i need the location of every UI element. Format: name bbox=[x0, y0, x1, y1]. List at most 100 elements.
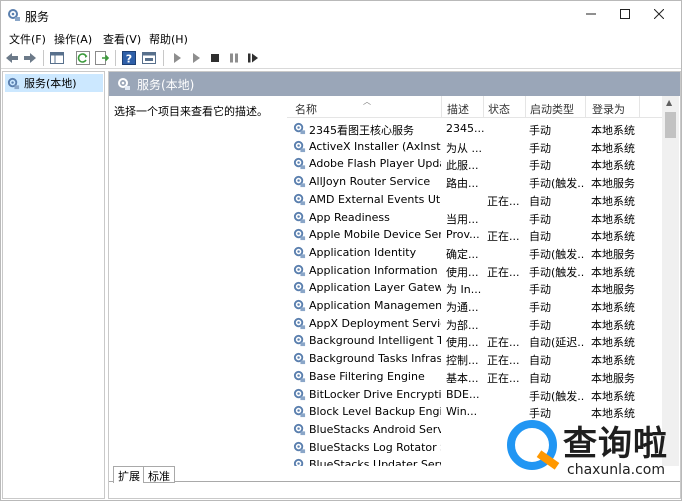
service-name-cell: Application Identity bbox=[309, 245, 417, 259]
service-row[interactable]: ActiveX Installer (AxInstSV) 为从 ... 手动 本地系统 bbox=[287, 138, 667, 156]
close-button[interactable] bbox=[642, 1, 676, 27]
tab-extended[interactable]: 扩展 bbox=[113, 466, 145, 483]
toolbar: ? bbox=[1, 47, 681, 69]
refresh-icon[interactable] bbox=[75, 50, 91, 66]
service-row[interactable]: Apple Mobile Device Ser... Prov... 正在... 自动… bbox=[287, 226, 667, 244]
service-desc-cell: 当用... bbox=[446, 212, 479, 226]
service-logon-cell: 本地服务 bbox=[591, 177, 635, 191]
service-desc-cell: 使用... bbox=[446, 265, 479, 279]
service-logon-cell: 本地系统 bbox=[591, 318, 635, 332]
restart-service-icon[interactable] bbox=[245, 50, 261, 66]
start-service-alt-icon[interactable] bbox=[188, 50, 204, 66]
service-name-cell: BitLocker Drive Encryptio... bbox=[309, 387, 441, 401]
menu-help[interactable]: 帮助(H) bbox=[149, 31, 188, 47]
column-divider[interactable] bbox=[525, 96, 526, 118]
column-header-startup-type[interactable]: 启动类型 bbox=[530, 101, 574, 117]
service-row[interactable]: AMD External Events Utility 正在... 自动 本地系统 bbox=[287, 191, 667, 209]
service-name-cell: Background Intelligent T... bbox=[309, 334, 441, 348]
service-status-cell: 正在... bbox=[487, 371, 520, 385]
service-name-cell: AMD External Events Utility bbox=[309, 192, 441, 206]
service-row[interactable]: Application Management 为通... 手动 本地系统 bbox=[287, 297, 667, 315]
service-gear-icon bbox=[293, 122, 306, 135]
toolbar-separator bbox=[43, 50, 44, 66]
properties-icon[interactable] bbox=[141, 50, 157, 66]
column-header-description[interactable]: 描述 bbox=[447, 101, 469, 117]
service-gear-icon bbox=[293, 264, 306, 276]
console-tree-icon[interactable] bbox=[49, 50, 65, 66]
column-divider[interactable] bbox=[639, 96, 640, 118]
minimize-button[interactable] bbox=[574, 1, 608, 27]
menu-file[interactable]: 文件(F) bbox=[9, 31, 46, 47]
service-desc-cell: 为通... bbox=[446, 301, 479, 314]
service-logon-cell: 本地系统 bbox=[591, 141, 635, 155]
service-row[interactable]: Application Identity 确定... 手动(触发... 本地服务 bbox=[287, 244, 667, 262]
service-gear-icon bbox=[293, 211, 306, 223]
service-desc-cell: 为从 ... bbox=[446, 141, 482, 155]
tree-item-services-local[interactable]: 服务(本地) bbox=[5, 74, 103, 92]
service-gear-icon bbox=[293, 158, 306, 170]
service-status-cell: 正在... bbox=[487, 336, 520, 350]
column-divider[interactable] bbox=[441, 96, 442, 118]
stop-service-icon[interactable] bbox=[207, 50, 223, 66]
scrollbar-thumb[interactable] bbox=[665, 112, 676, 138]
service-row[interactable]: Base Filtering Engine 基本... 正在... 自动 本地服务 bbox=[287, 368, 667, 386]
column-header-log-on-as[interactable]: 登录为 bbox=[592, 101, 625, 117]
service-status-cell: 正在... bbox=[487, 194, 520, 208]
service-gear-icon bbox=[293, 299, 306, 312]
menu-view[interactable]: 查看(V) bbox=[103, 31, 141, 47]
services-window: 服务 文件(F) 操作(A) 查看(V) 帮助(H) ? 服务(本地) 服务(本… bbox=[0, 0, 682, 501]
pane-header-title: 服务(本地) bbox=[137, 77, 195, 92]
service-desc-cell: 确定... bbox=[446, 247, 479, 261]
start-service-icon[interactable] bbox=[169, 50, 185, 66]
service-name-cell: Application Information bbox=[309, 263, 438, 277]
column-header-name[interactable]: 名称 bbox=[295, 101, 317, 117]
export-list-icon[interactable] bbox=[94, 50, 110, 66]
menu-action[interactable]: 操作(A) bbox=[54, 31, 92, 47]
service-logon-cell: 本地服务 bbox=[591, 371, 635, 385]
service-row[interactable]: App Readiness 当用... 手动 本地系统 bbox=[287, 209, 667, 227]
vertical-scrollbar[interactable]: ▲ bbox=[662, 96, 679, 466]
service-name-cell: BlueStacks Android Servi... bbox=[309, 422, 441, 436]
service-gear-icon bbox=[293, 335, 306, 347]
service-logon-cell: 本地服务 bbox=[591, 247, 635, 261]
tab-standard[interactable]: 标准 bbox=[143, 466, 175, 483]
service-row[interactable]: Application Information 使用... 正在... 手动(触发..… bbox=[287, 262, 667, 280]
maximize-button[interactable] bbox=[608, 1, 642, 27]
service-logon-cell: 本地系统 bbox=[591, 389, 635, 403]
service-row[interactable]: 2345看图王核心服务 2345... 手动 本地系统 bbox=[287, 120, 667, 138]
service-name-cell: BlueStacks Log Rotator S... bbox=[309, 440, 441, 454]
service-logon-cell: 本地服务 bbox=[591, 283, 635, 297]
service-row[interactable]: Adobe Flash Player Upda... 此服... 手动 本地系统 bbox=[287, 155, 667, 173]
service-gear-icon bbox=[293, 388, 306, 400]
service-start-cell: 手动(触发... bbox=[529, 247, 585, 261]
watermark-domain: chaxunla.com bbox=[567, 462, 665, 478]
service-name-cell: Background Tasks Infras... bbox=[309, 352, 441, 366]
service-row[interactable]: Background Tasks Infras... 控制... 正在... 自动 本地… bbox=[287, 350, 667, 368]
service-row[interactable]: AllJoyn Router Service 路由... 手动(触发... 本地服务 bbox=[287, 173, 667, 191]
scroll-up-arrow-icon[interactable]: ▲ bbox=[666, 98, 672, 107]
service-row[interactable]: BitLocker Drive Encryptio... BDE... 手动(触发.… bbox=[287, 386, 667, 404]
service-gear-icon bbox=[293, 246, 306, 258]
column-divider[interactable] bbox=[483, 96, 484, 118]
service-desc-cell: 此服... bbox=[446, 159, 479, 173]
forward-arrow-icon[interactable] bbox=[22, 50, 38, 66]
back-arrow-icon[interactable] bbox=[4, 50, 20, 66]
service-row[interactable]: Application Layer Gatewa... 为 In... 手动 本地服务 bbox=[287, 279, 667, 297]
help-icon[interactable]: ? bbox=[121, 50, 137, 66]
service-desc-cell: 基本... bbox=[446, 371, 479, 385]
column-header-status[interactable]: 状态 bbox=[488, 101, 510, 117]
maximize-icon bbox=[620, 9, 630, 19]
service-desc-cell: 使用... bbox=[446, 336, 479, 350]
service-row[interactable]: Background Intelligent T... 使用... 正在... 自动(… bbox=[287, 332, 667, 350]
column-divider[interactable] bbox=[585, 96, 586, 118]
service-desc-cell: 为部... bbox=[446, 318, 479, 332]
service-name-cell: Adobe Flash Player Upda... bbox=[309, 157, 441, 171]
description-text: 选择一个项目来查看它的描述。 bbox=[114, 105, 268, 118]
service-name-cell: Apple Mobile Device Ser... bbox=[309, 228, 441, 242]
tree-item-label: 服务(本地) bbox=[24, 77, 77, 90]
service-gear-icon bbox=[293, 140, 306, 152]
pause-service-icon[interactable] bbox=[226, 50, 242, 66]
service-start-cell: 自动 bbox=[529, 194, 551, 208]
service-row[interactable]: AppX Deployment Servic... 为部... 手动 本地系统 bbox=[287, 315, 667, 333]
service-logon-cell: 本地系统 bbox=[591, 265, 635, 279]
